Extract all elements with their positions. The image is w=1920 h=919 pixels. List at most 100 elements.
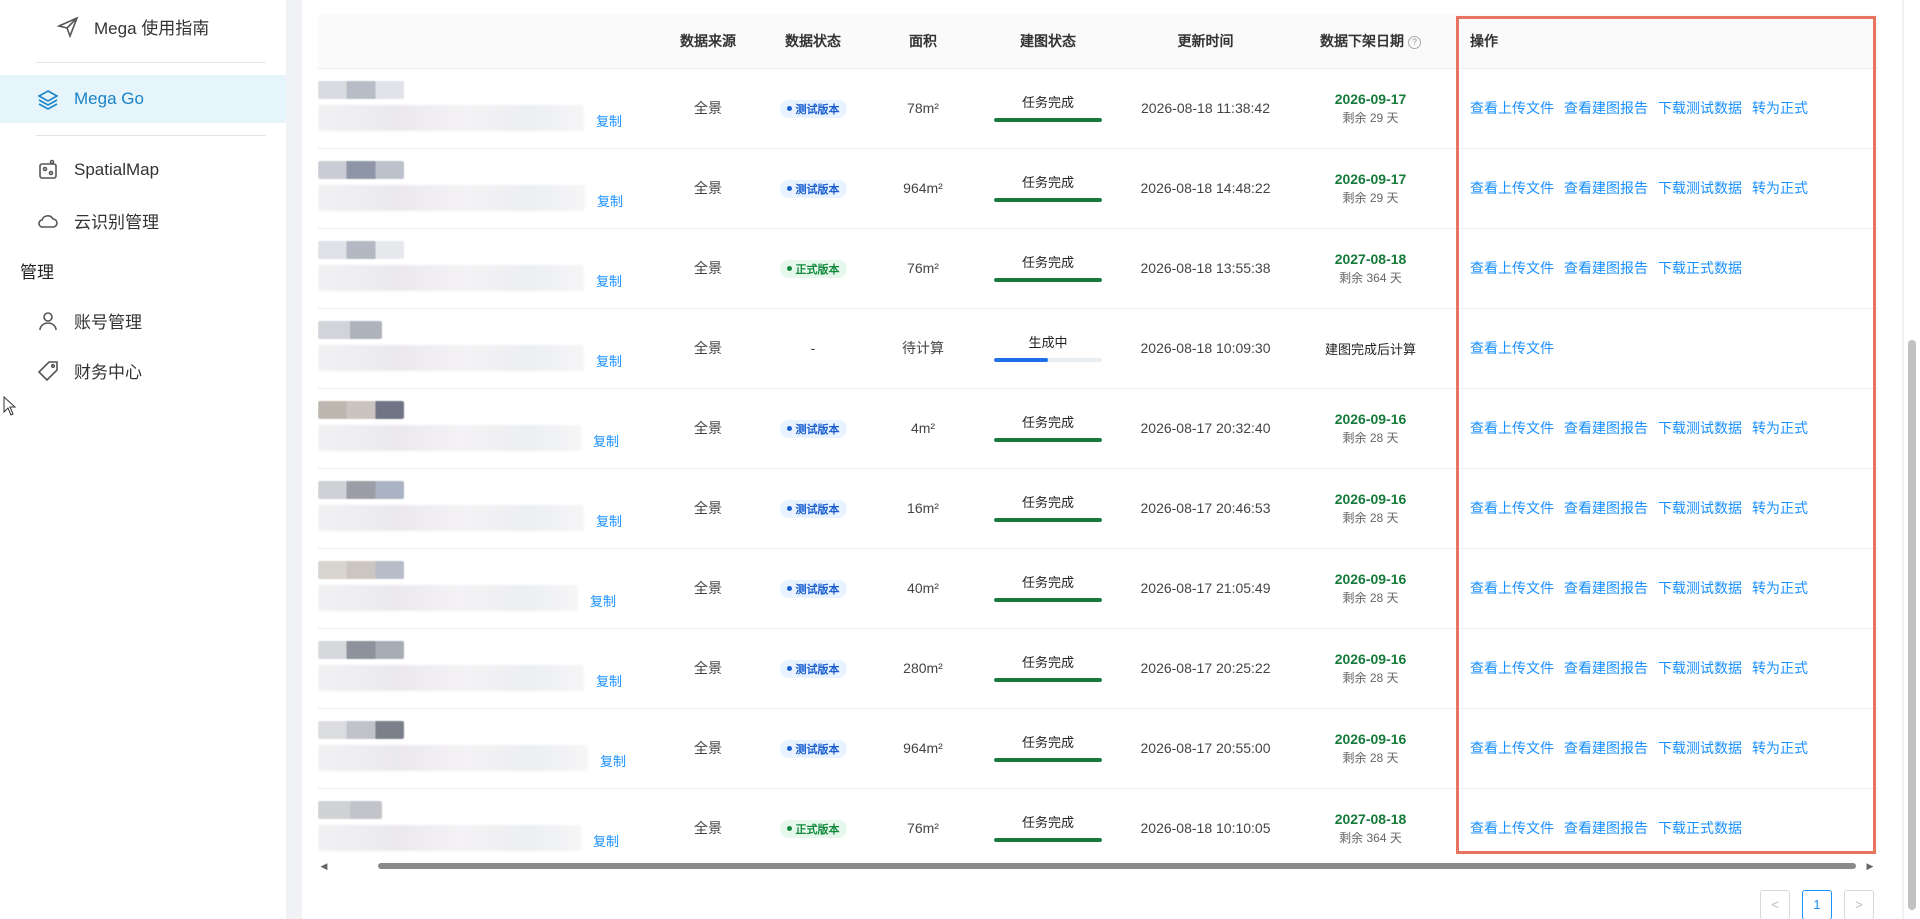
- horizontal-scrollbar[interactable]: ◀ ▶: [318, 860, 1876, 872]
- view-upload-files-link[interactable]: 查看上传文件: [1470, 580, 1554, 596]
- download-test-data-link[interactable]: 下载测试数据: [1658, 660, 1742, 676]
- progress-bar: [994, 677, 1102, 682]
- view-build-report-link[interactable]: 查看建图报告: [1564, 820, 1648, 836]
- cell-ops: 查看上传文件 查看建图报告 下载正式数据: [1448, 788, 1878, 866]
- build-status-label: 任务完成: [1021, 174, 1074, 190]
- scroll-right-icon[interactable]: ▶: [1864, 860, 1876, 872]
- download-test-data-link[interactable]: 下载测试数据: [1658, 100, 1742, 116]
- pagination-page-button[interactable]: 1: [1802, 890, 1832, 919]
- status-dot-icon: [786, 666, 792, 672]
- build-status-label: 任务完成: [1021, 654, 1074, 670]
- status-badge: 测试版本: [779, 99, 847, 118]
- horizontal-scrollbar-thumb[interactable]: [378, 863, 1856, 869]
- sidebar-item-cloud-recognition[interactable]: 云识别管理: [36, 208, 159, 233]
- obscured-name: [318, 720, 404, 739]
- view-build-report-link[interactable]: 查看建图报告: [1564, 180, 1648, 196]
- view-build-report-link[interactable]: 查看建图报告: [1564, 100, 1648, 116]
- sidebar-item-spatialmap[interactable]: SpatialMap: [36, 158, 159, 182]
- copy-link[interactable]: 复制: [593, 831, 619, 850]
- build-status-label: 任务完成: [1021, 254, 1074, 270]
- cell-area: 964m²: [868, 148, 978, 229]
- copy-link[interactable]: 复制: [596, 271, 622, 290]
- cell-expire: 2027-08-18 剩余 364 天: [1293, 228, 1448, 309]
- copy-link[interactable]: 复制: [596, 671, 622, 690]
- download-prod-data-link[interactable]: 下载正式数据: [1658, 820, 1742, 836]
- view-build-report-link[interactable]: 查看建图报告: [1564, 260, 1648, 276]
- main-panel: 数据来源 数据状态 面积 建图状态 更新时间 数据下架日期? 操作 复制 全景 测试…: [302, 0, 1902, 919]
- view-build-report-link[interactable]: 查看建图报告: [1564, 580, 1648, 596]
- view-upload-files-link[interactable]: 查看上传文件: [1470, 340, 1554, 356]
- progress-bar-fill: [994, 197, 1102, 202]
- view-upload-files-link[interactable]: 查看上传文件: [1470, 500, 1554, 516]
- cell-name: 复制: [318, 788, 658, 866]
- build-progress: 任务完成: [994, 652, 1102, 682]
- cell-updated: 2026-08-18 10:09:30: [1118, 308, 1293, 389]
- vertical-scrollbar-thumb[interactable]: [1908, 340, 1916, 910]
- view-upload-files-link[interactable]: 查看上传文件: [1470, 660, 1554, 676]
- sidebar-item-mega-go[interactable]: Mega Go: [36, 87, 144, 111]
- view-upload-files-link[interactable]: 查看上传文件: [1470, 740, 1554, 756]
- view-build-report-link[interactable]: 查看建图报告: [1564, 500, 1648, 516]
- cell-source: 全景: [658, 628, 758, 709]
- sidebar-item-account[interactable]: 账号管理: [36, 308, 142, 333]
- view-build-report-link[interactable]: 查看建图报告: [1564, 740, 1648, 756]
- copy-link[interactable]: 复制: [593, 431, 619, 450]
- vertical-scrollbar[interactable]: [1904, 0, 1920, 919]
- cell-source: 全景: [658, 148, 758, 229]
- obscured-name: [318, 80, 404, 99]
- cell-updated: 2026-08-18 11:38:42: [1118, 68, 1293, 149]
- convert-to-prod-link[interactable]: 转为正式: [1752, 660, 1808, 676]
- progress-bar-fill: [994, 757, 1102, 762]
- view-upload-files-link[interactable]: 查看上传文件: [1470, 260, 1554, 276]
- download-test-data-link[interactable]: 下载测试数据: [1658, 580, 1742, 596]
- expire-date: 2027-08-18: [1334, 250, 1407, 267]
- download-test-data-link[interactable]: 下载测试数据: [1658, 500, 1742, 516]
- convert-to-prod-link[interactable]: 转为正式: [1752, 100, 1808, 116]
- sidebar-item-guide[interactable]: Mega 使用指南: [56, 14, 209, 39]
- table-row: 复制 全景 测试版本 964m² 任务完成 2026-08-17 20:55:00 2026…: [318, 708, 1878, 789]
- cell-ops: 查看上传文件: [1448, 308, 1878, 389]
- view-build-report-link[interactable]: 查看建图报告: [1564, 420, 1648, 436]
- convert-to-prod-link[interactable]: 转为正式: [1752, 580, 1808, 596]
- progress-bar-fill: [994, 517, 1102, 522]
- scroll-left-icon[interactable]: ◀: [318, 860, 330, 872]
- copy-link[interactable]: 复制: [596, 111, 622, 130]
- cell-name: 复制: [318, 388, 658, 469]
- obscured-name: [318, 560, 404, 579]
- download-test-data-link[interactable]: 下载测试数据: [1658, 420, 1742, 436]
- convert-to-prod-link[interactable]: 转为正式: [1752, 500, 1808, 516]
- expire-date: 2026-09-16: [1334, 730, 1407, 747]
- cell-expire: 2026-09-16 剩余 28 天: [1293, 708, 1448, 789]
- view-upload-files-link[interactable]: 查看上传文件: [1470, 420, 1554, 436]
- cell-source: 全景: [658, 548, 758, 629]
- convert-to-prod-link[interactable]: 转为正式: [1752, 420, 1808, 436]
- convert-to-prod-link[interactable]: 转为正式: [1752, 740, 1808, 756]
- copy-link[interactable]: 复制: [600, 751, 626, 770]
- cell-source: 全景: [658, 708, 758, 789]
- sidebar-item-finance[interactable]: 财务中心: [36, 358, 142, 383]
- pagination-next-button[interactable]: >: [1844, 890, 1874, 919]
- download-prod-data-link[interactable]: 下载正式数据: [1658, 260, 1742, 276]
- view-build-report-link[interactable]: 查看建图报告: [1564, 660, 1648, 676]
- copy-link[interactable]: 复制: [590, 591, 616, 610]
- copy-link[interactable]: 复制: [596, 351, 622, 370]
- help-icon[interactable]: ?: [1408, 35, 1421, 49]
- col-header-status: 数据状态: [758, 14, 868, 69]
- cell-name: 复制: [318, 148, 658, 229]
- status-dot-icon: [786, 426, 792, 432]
- pagination-prev-button[interactable]: <: [1760, 890, 1790, 919]
- view-upload-files-link[interactable]: 查看上传文件: [1470, 100, 1554, 116]
- convert-to-prod-link[interactable]: 转为正式: [1752, 180, 1808, 196]
- view-upload-files-link[interactable]: 查看上传文件: [1470, 180, 1554, 196]
- view-upload-files-link[interactable]: 查看上传文件: [1470, 820, 1554, 836]
- cell-updated: 2026-08-18 14:48:22: [1118, 148, 1293, 229]
- download-test-data-link[interactable]: 下载测试数据: [1658, 740, 1742, 756]
- expire-date: 2027-08-18: [1334, 810, 1407, 827]
- status-dot-icon: [786, 826, 792, 832]
- copy-link[interactable]: 复制: [597, 191, 623, 210]
- progress-bar: [994, 277, 1102, 282]
- expire-date: 2026-09-17: [1334, 170, 1407, 187]
- download-test-data-link[interactable]: 下载测试数据: [1658, 180, 1742, 196]
- sidebar-divider: [36, 62, 266, 63]
- copy-link[interactable]: 复制: [596, 511, 622, 530]
